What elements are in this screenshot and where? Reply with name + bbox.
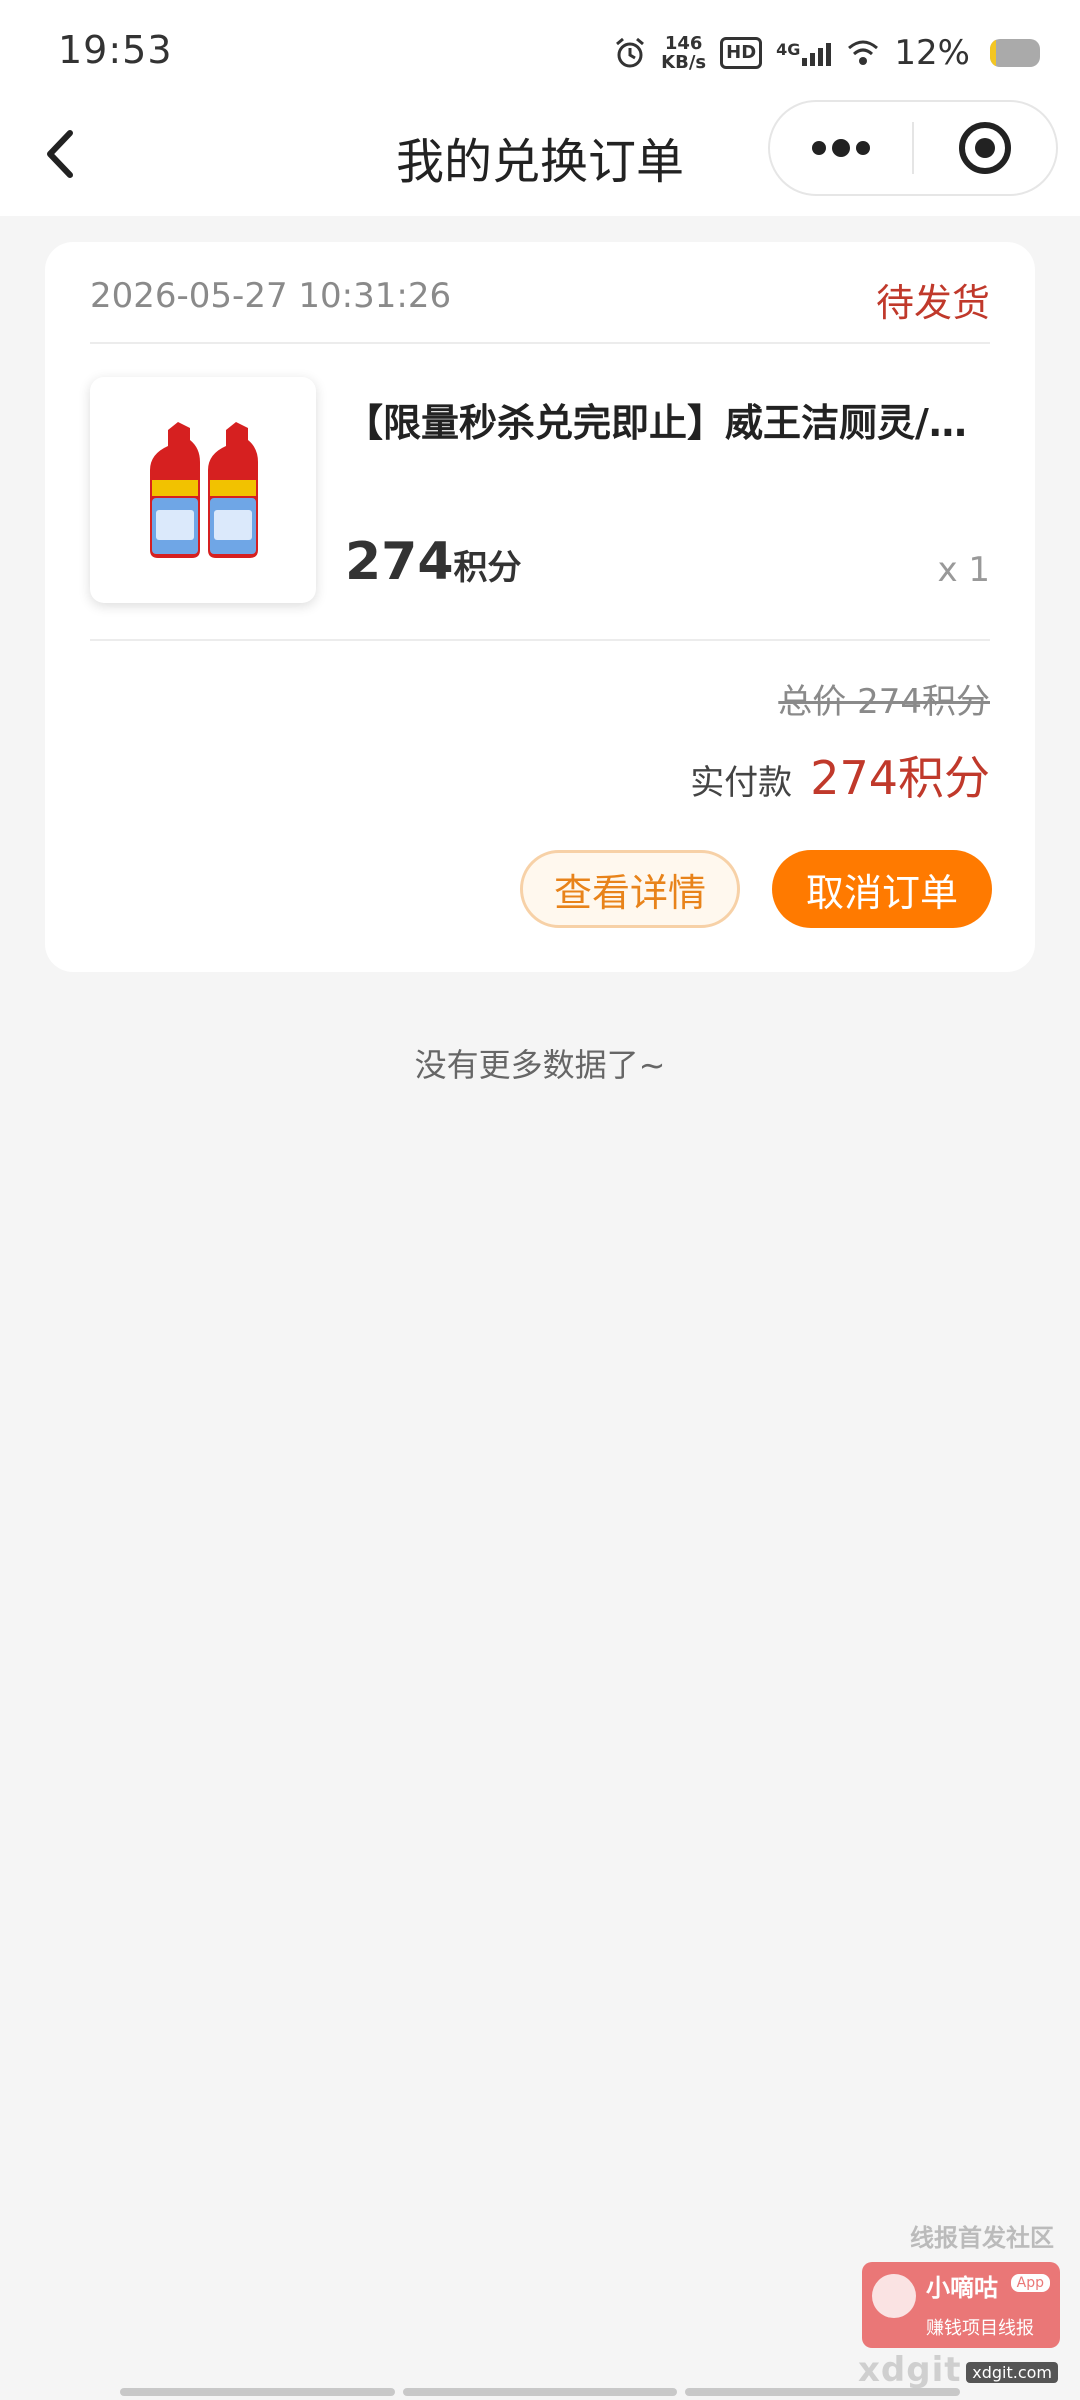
- more-dots-icon: [812, 139, 870, 157]
- watermark-sub: 赚钱项目线报: [926, 2318, 1034, 2339]
- product-title[interactable]: 【限量秒杀兑完即止】威王洁厕灵/家用卫生间马桶清洁剂: [345, 392, 990, 447]
- order-total: 总价 274积分: [778, 682, 990, 722]
- product-quantity: x 1: [937, 550, 990, 590]
- watermark-site: xdgit: [858, 2350, 962, 2390]
- alarm-icon: [613, 36, 647, 70]
- watermark-app: App: [1010, 2274, 1050, 2292]
- order-card: 2026-05-27 10:31:26 待发货 【限量秒杀兑完即止】威王洁厕灵/…: [45, 242, 1035, 972]
- divider: [90, 342, 990, 344]
- order-status: 待发货: [875, 281, 990, 325]
- net-speed: 146 KB/s: [661, 34, 706, 72]
- watermark-logo-icon: [872, 2274, 916, 2318]
- gesture-segment: [120, 2388, 395, 2396]
- battery-level: [990, 39, 996, 67]
- toilet-cleaner-bottles-image: [150, 422, 258, 558]
- cancel-order-button[interactable]: 取消订单: [772, 850, 992, 928]
- wifi-icon: [846, 38, 880, 68]
- hd-icon: HD: [720, 37, 763, 69]
- target-circle-icon: [959, 122, 1011, 174]
- net-speed-value: 146: [664, 33, 703, 54]
- watermark-site-small: xdgit.com: [966, 2362, 1058, 2383]
- paid-row: 实付款 274积分: [690, 742, 990, 808]
- watermark-top: 线报首发社区: [910, 2224, 1054, 2252]
- nav-bar: 我的兑换订单: [0, 100, 1080, 216]
- status-icons: 146 KB/s HD 4G 12%: [613, 28, 1040, 78]
- gesture-bar: [120, 2388, 961, 2396]
- signal-icon: 4G: [776, 40, 832, 66]
- battery-percent: 12%: [894, 33, 970, 73]
- divider: [90, 639, 990, 641]
- network-type: 4G: [776, 40, 801, 59]
- paid-value: 274积分: [810, 751, 990, 805]
- product-price-value: 274: [345, 532, 454, 592]
- status-time: 19:53: [58, 28, 173, 72]
- product-image[interactable]: [90, 377, 316, 603]
- view-details-button[interactable]: 查看详情: [520, 850, 740, 928]
- no-more-data-text: 没有更多数据了~: [414, 1046, 666, 1084]
- gesture-segment: [685, 2388, 961, 2396]
- status-bar: 19:53 146 KB/s HD 4G 12%: [0, 0, 1080, 100]
- paid-label: 实付款: [690, 763, 793, 803]
- gesture-segment: [402, 2388, 678, 2396]
- close-button[interactable]: [914, 102, 1056, 194]
- net-speed-unit: KB/s: [661, 52, 707, 73]
- watermark: 线报首发社区 小嘀咕 App 赚钱项目线报 xdgit xdgit.com: [858, 2218, 1064, 2390]
- product-price: 274积分: [345, 532, 522, 592]
- mini-program-capsule: [768, 100, 1058, 196]
- watermark-name: 小嘀咕: [926, 2274, 998, 2302]
- more-button[interactable]: [770, 102, 912, 194]
- battery-icon: [990, 39, 1040, 67]
- watermark-badge: 小嘀咕 App 赚钱项目线报: [862, 2262, 1060, 2348]
- product-price-unit: 积分: [453, 548, 522, 588]
- order-date: 2026-05-27 10:31:26: [90, 276, 452, 316]
